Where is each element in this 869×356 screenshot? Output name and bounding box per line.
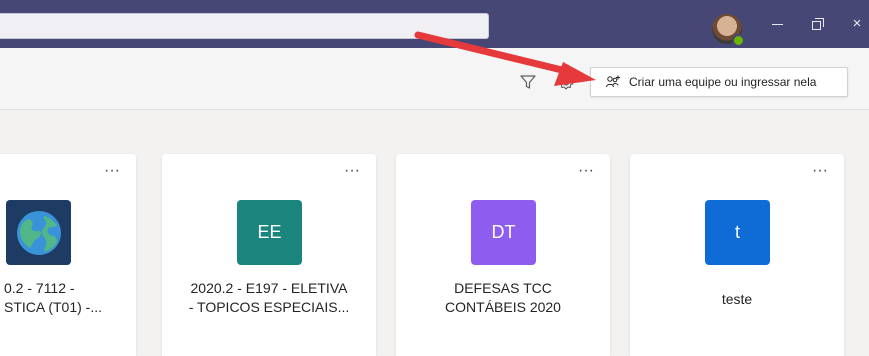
team-tile: DT [471, 200, 536, 265]
avatar[interactable] [712, 14, 745, 47]
minimize-icon [772, 24, 783, 25]
team-name-line: STICA (T01) -... [4, 299, 103, 315]
more-options-icon[interactable]: ··· [344, 163, 360, 179]
team-card[interactable]: ··· t teste [630, 154, 844, 356]
team-name: teste [630, 290, 844, 309]
more-options-icon[interactable]: ··· [578, 163, 594, 179]
team-name-line: 0.2 - 7112 - [4, 280, 75, 296]
restore-button[interactable] [806, 14, 830, 34]
restore-icon-front [812, 21, 821, 30]
team-name-line: DEFESAS TCC [454, 280, 552, 296]
team-tile: EE [237, 200, 302, 265]
team-name: 2020.2 - E197 - ELETIVA - TOPICOS ESPECI… [162, 279, 376, 317]
gear-icon[interactable] [556, 72, 576, 92]
create-team-label: Criar uma equipe ou ingressar nela [629, 75, 817, 89]
close-button[interactable]: × [845, 14, 869, 34]
team-card[interactable]: ··· EE 2020.2 - E197 - ELETIVA - TOPICOS… [162, 154, 376, 356]
minimize-button[interactable] [766, 14, 790, 34]
team-card[interactable]: ··· 0.2 - 7112 - STICA (T01) -... [0, 154, 136, 356]
team-tile: t [705, 200, 770, 265]
more-options-icon[interactable]: ··· [812, 163, 828, 179]
team-name-line: teste [721, 291, 753, 307]
earth-icon [16, 210, 61, 255]
search-input[interactable] [0, 13, 489, 39]
team-name-line: CONTÁBEIS 2020 [445, 299, 561, 315]
team-name: 0.2 - 7112 - STICA (T01) -... [4, 279, 144, 317]
team-tile [6, 200, 71, 265]
team-name-line: 2020.2 - E197 - ELETIVA [190, 280, 348, 296]
team-name-line: - TOPICOS ESPECIAIS... [188, 299, 350, 315]
create-or-join-team-button[interactable]: Criar uma equipe ou ingressar nela [590, 67, 848, 97]
more-options-icon[interactable]: ··· [104, 163, 120, 179]
presence-available-icon [732, 34, 745, 47]
filter-icon[interactable] [519, 73, 537, 91]
people-add-icon [606, 75, 620, 88]
team-name: DEFESAS TCC CONTÁBEIS 2020 [396, 279, 610, 317]
team-card[interactable]: ··· DT DEFESAS TCC CONTÁBEIS 2020 [396, 154, 610, 356]
